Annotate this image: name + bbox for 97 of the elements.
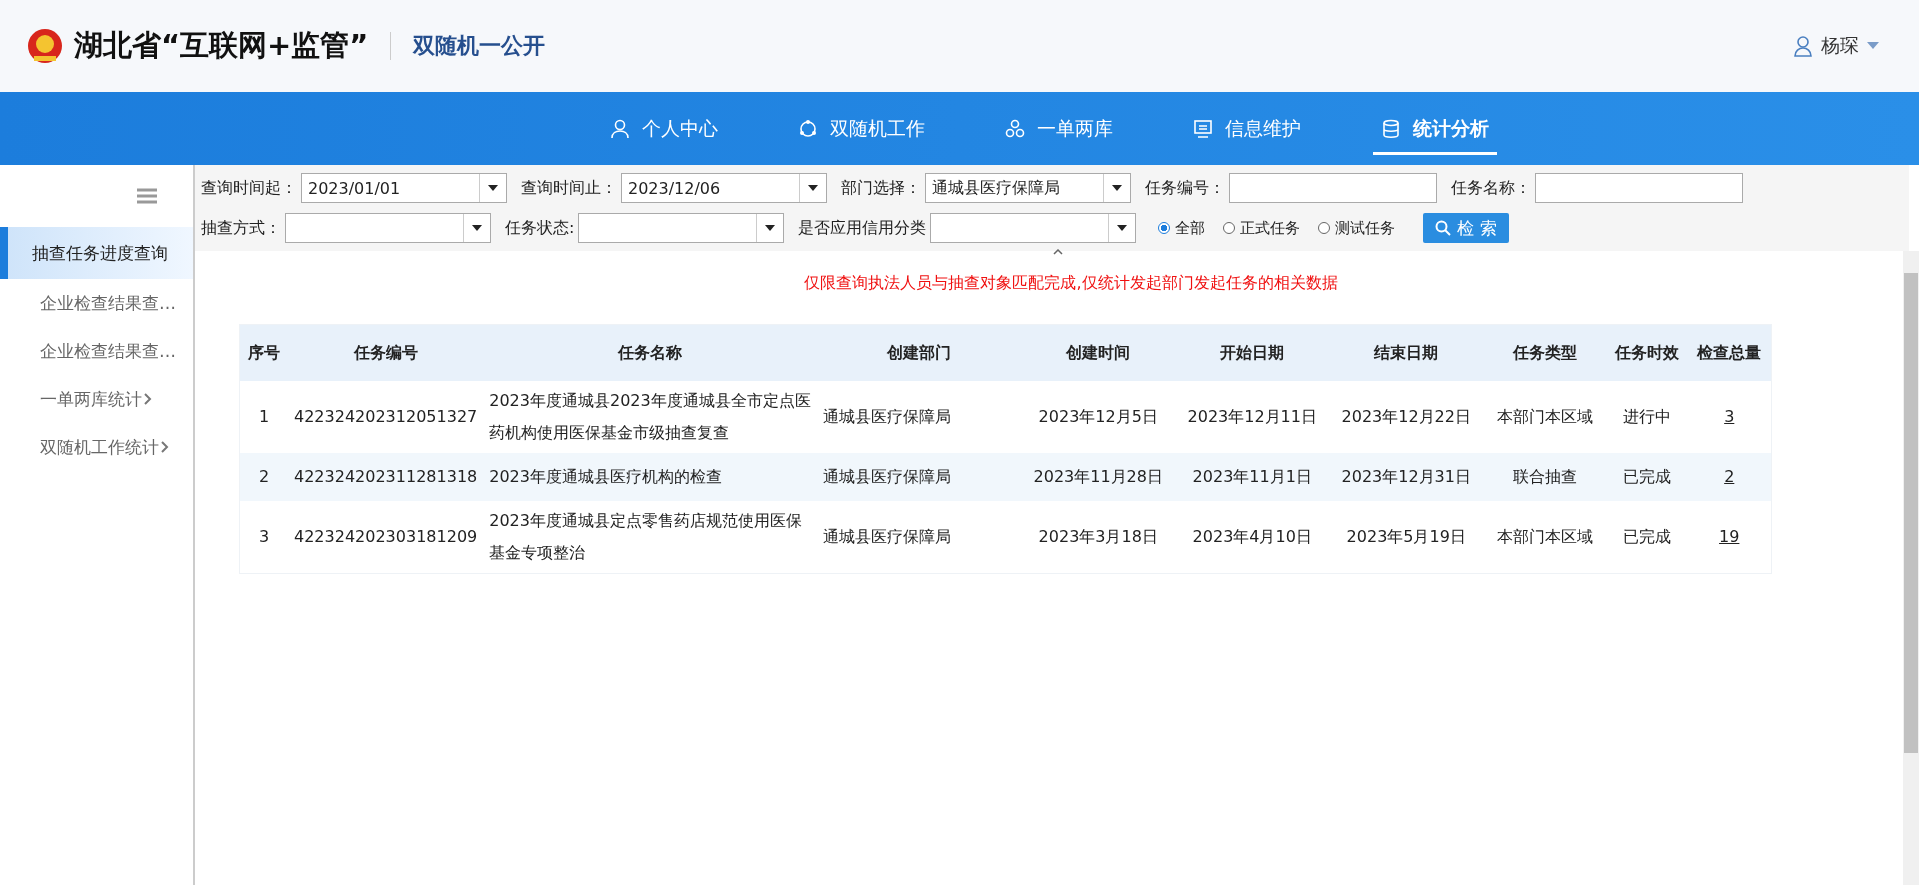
dropdown-caret-icon (808, 185, 818, 191)
collapse-icon[interactable] (1053, 249, 1063, 255)
user-icon (1793, 35, 1813, 57)
check-count-link[interactable]: 19 (1719, 527, 1740, 546)
dropdown-field[interactable] (285, 213, 491, 243)
nav-tab[interactable]: 统计分析 (1341, 92, 1529, 165)
column-header: 任务类型 (1483, 324, 1608, 381)
column-header: 检查总量 (1687, 324, 1772, 381)
caret-icon (1867, 42, 1879, 50)
row-number-cell: 1 (258, 407, 270, 426)
task-name-cell: 2023年度通城县定点零售药店规范使用医保基金专项整治 (489, 511, 802, 562)
sidebar-item[interactable]: 一单两库统计 (0, 375, 193, 423)
input-field[interactable] (1535, 173, 1743, 203)
task-status-cell: 已完成 (1623, 527, 1672, 546)
site-subtitle: 双随机一公开 (413, 32, 546, 60)
filter-label: 任务编号： (1145, 177, 1225, 199)
column-header: 创建时间 (1021, 324, 1176, 381)
input-field[interactable] (1229, 173, 1437, 203)
site-title: 湖北省“互联网+监管” (74, 27, 369, 64)
task-status-cell: 进行中 (1623, 407, 1672, 426)
filter-label: 是否应用信用分类 (798, 217, 927, 239)
vertical-scrollbar[interactable] (1903, 251, 1919, 885)
start-date-cell: 2023年4月10日 (1192, 527, 1312, 546)
monitor-icon (1193, 118, 1213, 139)
filter-label: 任务状态: (505, 217, 575, 239)
radio-option[interactable]: 测试任务 (1318, 218, 1396, 238)
task-number-cell: 422324202311281318 (294, 467, 478, 486)
filter-label: 抽查方式： (201, 217, 281, 239)
dropdown-caret-icon (488, 185, 498, 191)
task-type-cell: 联合抽查 (1513, 467, 1578, 486)
row-number-cell: 2 (258, 467, 270, 486)
created-cell: 2023年11月28日 (1033, 467, 1163, 486)
column-header: 结束日期 (1329, 324, 1484, 381)
search-icon (1435, 220, 1452, 236)
radio-button[interactable] (1318, 222, 1331, 234)
circles-icon (1005, 118, 1025, 139)
sidebar-item[interactable]: 企业检查结果查… (0, 279, 193, 327)
radio-button[interactable] (1223, 222, 1236, 234)
dropdown-caret-icon (1112, 185, 1122, 191)
check-count-link[interactable]: 2 (1724, 467, 1735, 486)
task-number-cell: 422324202312051327 (294, 407, 478, 426)
dropdown-field[interactable]: 2023/01/01 (301, 173, 507, 203)
created-cell: 2023年3月18日 (1038, 527, 1158, 546)
department-cell: 通城县医疗保障局 (823, 407, 952, 426)
task-name-cell: 2023年度通城县医疗机构的检查 (489, 467, 722, 486)
nav-tab[interactable]: 信息维护 (1153, 92, 1341, 165)
dropdown-field[interactable]: 通城县医疗保障局 (925, 173, 1131, 203)
user-menu[interactable]: 杨琛 (1793, 33, 1879, 59)
column-header: 开始日期 (1175, 324, 1330, 381)
dropdown-field[interactable]: 2023/12/06 (621, 173, 827, 203)
column-header: 序号 (239, 324, 288, 381)
nav-tab[interactable]: 个人中心 (570, 92, 758, 165)
task-type-cell: 本部门本区域 (1497, 407, 1594, 426)
filter-label: 查询时间止： (521, 177, 617, 199)
start-date-cell: 2023年11月1日 (1192, 467, 1312, 486)
task-name-cell: 2023年度通城县2023年度通城县全市定点医药机构使用医保基金市级抽查复查 (489, 391, 811, 442)
task-number-cell: 422324202303181209 (294, 527, 478, 546)
task-status-cell: 已完成 (1623, 467, 1672, 486)
nav-tab[interactable]: 双随机工作 (758, 92, 965, 165)
row-number-cell: 3 (258, 527, 270, 546)
emblem-icon (26, 27, 64, 65)
chevron-icon (144, 393, 152, 405)
nav-tab[interactable]: 一单两库 (965, 92, 1153, 165)
search-button[interactable]: 检 索 (1423, 213, 1509, 243)
filter-label: 查询时间起： (201, 177, 297, 199)
dropdown-field[interactable] (578, 213, 785, 243)
menu-icon[interactable] (137, 188, 157, 204)
database-icon (1381, 118, 1401, 139)
column-header: 任务名称 (483, 324, 818, 381)
radio-option[interactable]: 全部 (1158, 218, 1206, 238)
dropdown-caret-icon (765, 225, 776, 231)
filter-label: 部门选择： (841, 177, 921, 199)
notice-text: 仅限查询执法人员与抽查对象匹配完成,仅统计发起部门发起任务的相关数据 (803, 273, 1339, 294)
radio-button[interactable] (1158, 222, 1171, 234)
check-count-link[interactable]: 3 (1724, 407, 1735, 426)
column-header: 创建部门 (817, 324, 1022, 381)
task-type-cell: 本部门本区域 (1497, 527, 1594, 546)
start-date-cell: 2023年12月11日 (1187, 407, 1317, 426)
department-cell: 通城县医疗保障局 (823, 467, 952, 486)
department-cell: 通城县医疗保障局 (823, 527, 952, 546)
end-date-cell: 2023年5月19日 (1346, 527, 1466, 546)
cycle-icon (798, 118, 818, 139)
column-header: 任务时效 (1607, 324, 1688, 381)
end-date-cell: 2023年12月31日 (1341, 467, 1471, 486)
radio-option[interactable]: 正式任务 (1223, 218, 1301, 238)
column-header: 任务编号 (288, 324, 484, 381)
chevron-icon (161, 441, 169, 453)
dropdown-caret-icon (1117, 225, 1128, 231)
sidebar-item[interactable]: 企业检查结果查… (0, 327, 193, 375)
end-date-cell: 2023年12月22日 (1341, 407, 1471, 426)
dropdown-caret-icon (472, 225, 482, 231)
sidebar-item[interactable]: 双随机工作统计 (0, 423, 193, 471)
dropdown-field[interactable] (930, 213, 1137, 243)
created-cell: 2023年12月5日 (1038, 407, 1158, 426)
filter-label: 任务名称： (1451, 177, 1531, 199)
sidebar-item[interactable]: 抽查任务进度查询 (0, 227, 193, 279)
person-icon (610, 118, 630, 139)
